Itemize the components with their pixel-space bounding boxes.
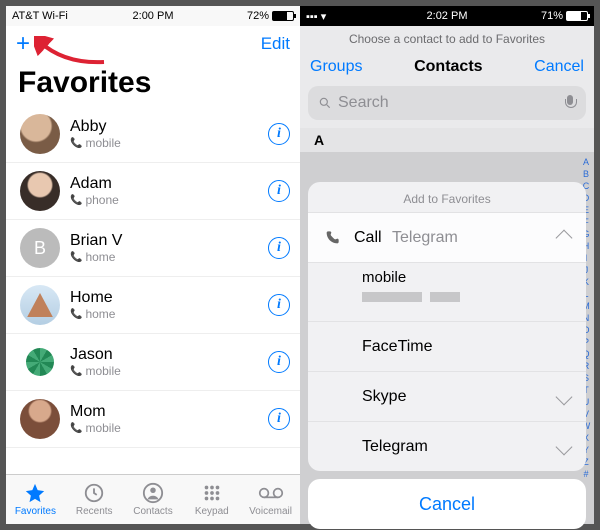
person-icon (142, 482, 164, 504)
info-button[interactable]: i (268, 408, 290, 430)
avatar: B (20, 228, 60, 268)
favorite-row[interactable]: Mom 📞mobile i (6, 391, 300, 448)
search-placeholder: Search (338, 94, 389, 112)
favorites-list: Abby 📞mobile i Adam 📞phone i B Brian V 📞… (6, 106, 300, 448)
phone-icon: 📞 (70, 252, 82, 263)
phone-icon: 📞 (70, 309, 82, 320)
option-facetime[interactable]: FaceTime (308, 321, 586, 371)
picker-title: Contacts (414, 58, 482, 76)
contact-type: mobile (85, 364, 120, 378)
phone-icon: 📞 (70, 423, 82, 434)
contact-name: Home (70, 289, 268, 307)
info-button[interactable]: i (268, 237, 290, 259)
phone-icon: 📞 (70, 366, 82, 377)
search-input[interactable]: Search (308, 86, 586, 120)
option-call[interactable]: Call Telegram (308, 212, 586, 262)
star-icon (24, 482, 46, 504)
clock-icon (83, 482, 105, 504)
info-button[interactable]: i (268, 123, 290, 145)
tab-keypad[interactable]: Keypad (182, 475, 241, 524)
chevron-down-icon (556, 388, 573, 405)
option-label: mobile (362, 269, 570, 286)
chevron-down-icon (556, 438, 573, 455)
keypad-icon (201, 482, 223, 504)
add-favorite-button[interactable]: + (16, 32, 30, 56)
favorite-row[interactable]: Home 📞home i (6, 277, 300, 334)
contact-type: phone (85, 193, 118, 207)
phone-icon: 📞 (70, 138, 82, 149)
contact-name: Adam (70, 175, 268, 193)
contact-name: Mom (70, 403, 268, 421)
picker-prompt: Choose a contact to add to Favorites (300, 26, 594, 54)
action-sheet: Add to Favorites Call Telegram mobile (308, 182, 586, 516)
contact-type: home (85, 250, 115, 264)
option-label: Telegram (362, 438, 428, 456)
contact-type: mobile (85, 136, 120, 150)
info-button[interactable]: i (268, 351, 290, 373)
status-bar-right: ▪▪▪ ▾ 2:02 PM 71% (300, 6, 594, 26)
voicemail-icon (258, 482, 284, 504)
mic-icon[interactable] (564, 95, 576, 111)
contact-name: Jason (70, 346, 268, 364)
avatar (20, 342, 60, 382)
edit-button[interactable]: Edit (261, 34, 290, 54)
sheet-title: Add to Favorites (308, 182, 586, 212)
sheet-cancel-button[interactable]: Cancel (308, 479, 586, 529)
search-icon (318, 96, 332, 110)
section-header: A (300, 128, 594, 152)
phone-contact-picker: ▪▪▪ ▾ 2:02 PM 71% Choose a contact to ad… (300, 6, 594, 524)
option-telegram[interactable]: Telegram (308, 421, 586, 471)
favorite-row[interactable]: Abby 📞mobile i (6, 106, 300, 163)
phone-icon (324, 230, 340, 246)
info-button[interactable]: i (268, 180, 290, 202)
avatar (20, 171, 60, 211)
favorite-row[interactable]: Adam 📞phone i (6, 163, 300, 220)
tab-favorites[interactable]: Favorites (6, 475, 65, 524)
favorite-row[interactable]: B Brian V 📞home i (6, 220, 300, 277)
avatar (20, 285, 60, 325)
groups-button[interactable]: Groups (310, 58, 362, 76)
contact-name: Abby (70, 118, 268, 136)
phone-favorites: AT&T Wi-Fi 2:00 PM 72% + Edit Favorites … (6, 6, 300, 524)
favorite-row[interactable]: Jason 📞mobile i (6, 334, 300, 391)
tab-recents[interactable]: Recents (65, 475, 124, 524)
option-label: Call (354, 229, 382, 246)
tab-bar: Favorites Recents Contacts Keypad Voicem… (6, 474, 300, 524)
battery-icon (566, 11, 588, 21)
tab-contacts[interactable]: Contacts (124, 475, 183, 524)
page-title: Favorites (6, 62, 300, 106)
option-label: Skype (362, 388, 406, 406)
option-skype[interactable]: Skype (308, 371, 586, 421)
option-mobile[interactable]: mobile (308, 262, 586, 321)
contact-type: home (85, 307, 115, 321)
avatar (20, 399, 60, 439)
battery-icon (272, 11, 294, 21)
redacted-number (362, 292, 422, 302)
status-time: 2:02 PM (300, 10, 594, 22)
phone-icon: 📞 (70, 195, 82, 206)
contact-name: Brian V (70, 232, 268, 250)
info-button[interactable]: i (268, 294, 290, 316)
tab-voicemail[interactable]: Voicemail (241, 475, 300, 524)
status-time: 2:00 PM (6, 10, 300, 22)
avatar (20, 114, 60, 154)
status-bar-left: AT&T Wi-Fi 2:00 PM 72% (6, 6, 300, 26)
option-secondary: Telegram (392, 229, 458, 246)
chevron-up-icon (556, 229, 573, 246)
redacted-number (430, 292, 460, 302)
contact-type: mobile (85, 421, 120, 435)
cancel-button[interactable]: Cancel (534, 58, 584, 76)
option-label: FaceTime (362, 338, 433, 356)
